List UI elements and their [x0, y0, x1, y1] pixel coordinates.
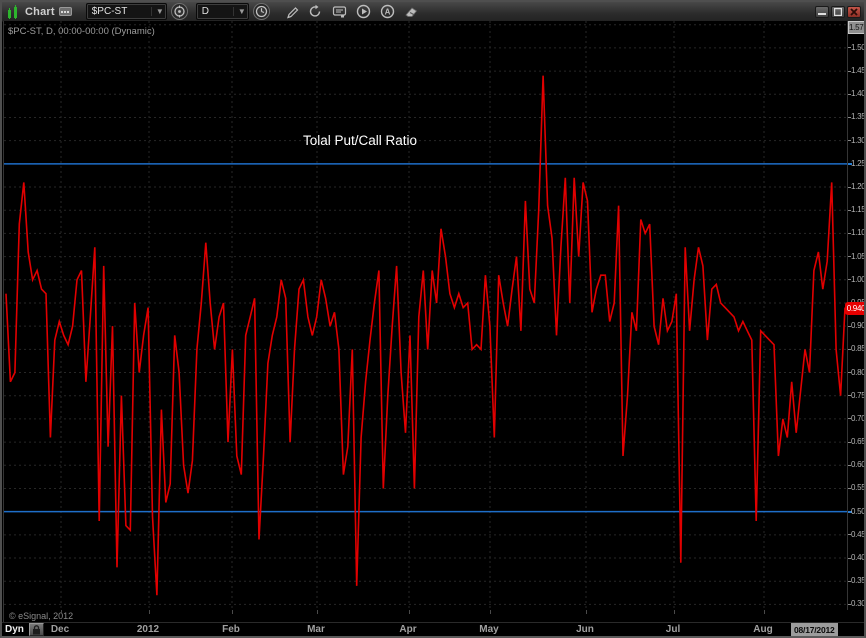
maximize-button[interactable]: [831, 6, 845, 18]
axis-tick-label: 0.800: [851, 369, 866, 377]
quote-window-button[interactable]: [330, 3, 350, 20]
clock-icon: [255, 5, 268, 18]
time-axis-tick: [409, 610, 410, 614]
axis-tick-label: 0.600: [851, 461, 866, 469]
chart-plot-area[interactable]: $PC-ST, D, 00:00-00:00 (Dynamic) Tolal P…: [3, 21, 847, 610]
close-icon: [850, 8, 858, 16]
axis-tick-label: 0.650: [851, 438, 866, 446]
refresh-button[interactable]: [306, 3, 326, 20]
price-axis[interactable]: 1.575 0.940 1.5501.5001.4501.4001.3501.3…: [847, 21, 866, 610]
axis-tick-label: 1.300: [851, 137, 866, 145]
month-label[interactable]: Dec: [51, 624, 69, 635]
axis-tick-label: 1.450: [851, 67, 866, 75]
scale-top-label: 1.575: [848, 21, 866, 34]
time-axis-tick: [674, 610, 675, 614]
axis-tick-label: 1.000: [851, 276, 866, 284]
symbol-info-text: $PC-ST, D, 00:00-00:00 (Dynamic): [8, 26, 155, 37]
play-circle-icon: [356, 4, 371, 19]
axis-tick-label: 0.700: [851, 415, 866, 423]
maximize-icon: [834, 8, 842, 16]
time-lock-button[interactable]: [29, 623, 44, 636]
close-button[interactable]: [847, 6, 861, 18]
month-label[interactable]: May: [479, 624, 498, 635]
time-axis-tick: [232, 610, 233, 614]
eraser-button[interactable]: [402, 3, 422, 20]
axis-tick-label: 1.400: [851, 90, 866, 98]
draw-tools-button[interactable]: [282, 3, 302, 20]
time-axis-tick: [490, 610, 491, 614]
month-label[interactable]: Aug: [753, 624, 772, 635]
quote-box-icon: [332, 5, 347, 19]
chart-app-icon: [5, 4, 21, 20]
axis-tick-label: 1.200: [851, 183, 866, 191]
padlock-icon: [32, 625, 41, 635]
circular-arrow-icon: [308, 4, 323, 19]
time-axis-tick: [586, 610, 587, 614]
dynamic-mode-label: Dyn: [5, 624, 24, 635]
axis-tick-label: 1.100: [851, 229, 866, 237]
minimize-icon: [818, 8, 826, 15]
svg-text:A: A: [385, 8, 391, 17]
symbol-search-button[interactable]: [171, 3, 188, 20]
minimize-button[interactable]: [815, 6, 829, 18]
interval-combo[interactable]: D ▼: [196, 3, 249, 20]
pencil-icon: [285, 5, 299, 19]
put-call-ratio-line: [6, 76, 845, 596]
letter-a-circle-icon: A: [380, 4, 395, 19]
symbol-combo-value: $PC-ST: [92, 6, 147, 17]
axis-tick-label: 0.900: [851, 322, 866, 330]
axis-tick-label: 1.350: [851, 113, 866, 121]
axis-tick-label: 0.350: [851, 577, 866, 585]
month-label[interactable]: Apr: [399, 624, 416, 635]
time-axis[interactable]: Dyn Dec 2012 Feb Mar Apr May Jun Jul Aug 08/17/2…: [2, 622, 864, 637]
chart-window: Chart $PC-ST ▼ D ▼ A: [0, 0, 866, 638]
axis-tick-label: 1.500: [851, 44, 866, 52]
month-label[interactable]: Mar: [307, 624, 325, 635]
time-axis-tick: [61, 610, 62, 614]
circular-target-icon: [173, 5, 186, 18]
axis-tick-label: 0.500: [851, 508, 866, 516]
axis-tick-label: 1.150: [851, 206, 866, 214]
copyright-row: © eSignal, 2012: [3, 610, 847, 622]
time-template-button[interactable]: [253, 3, 270, 20]
axis-tick-label: 1.250: [851, 160, 866, 168]
axis-tick-label: 0.450: [851, 531, 866, 539]
axis-tick-label: 1.050: [851, 253, 866, 261]
axis-tick-label: 0.750: [851, 392, 866, 400]
month-label[interactable]: Jun: [576, 624, 594, 635]
time-axis-tick: [764, 610, 765, 614]
eraser-icon: [404, 5, 419, 18]
axis-tick-label: 0.550: [851, 484, 866, 492]
last-price-badge: 0.940: [845, 302, 866, 315]
month-label[interactable]: Feb: [222, 624, 240, 635]
auto-scale-button[interactable]: A: [378, 3, 398, 20]
window-title: Chart: [25, 6, 55, 18]
symbol-combo[interactable]: $PC-ST ▼: [86, 3, 167, 20]
axis-tick-label: 0.850: [851, 345, 866, 353]
axis-tick-label: 0.300: [851, 600, 866, 608]
chevron-down-icon[interactable]: ▼: [151, 7, 164, 16]
month-label[interactable]: 2012: [137, 624, 159, 635]
window-controls: [815, 6, 861, 18]
symbol-link-badge-icon[interactable]: [59, 7, 72, 16]
time-axis-tick: [149, 610, 150, 614]
play-button[interactable]: [354, 3, 374, 20]
titlebar: Chart $PC-ST ▼ D ▼ A: [2, 2, 864, 22]
copyright-text: © eSignal, 2012: [9, 611, 73, 621]
chevron-down-icon[interactable]: ▼: [233, 7, 246, 16]
last-date-stamp[interactable]: 08/17/2012: [791, 623, 838, 637]
month-label[interactable]: Jul: [666, 624, 680, 635]
axis-tick-label: 0.400: [851, 554, 866, 562]
time-axis-tick: [317, 610, 318, 614]
price-chart-canvas[interactable]: [4, 21, 847, 610]
chart-title: Tolal Put/Call Ratio: [303, 133, 417, 148]
interval-combo-value: D: [202, 6, 229, 17]
